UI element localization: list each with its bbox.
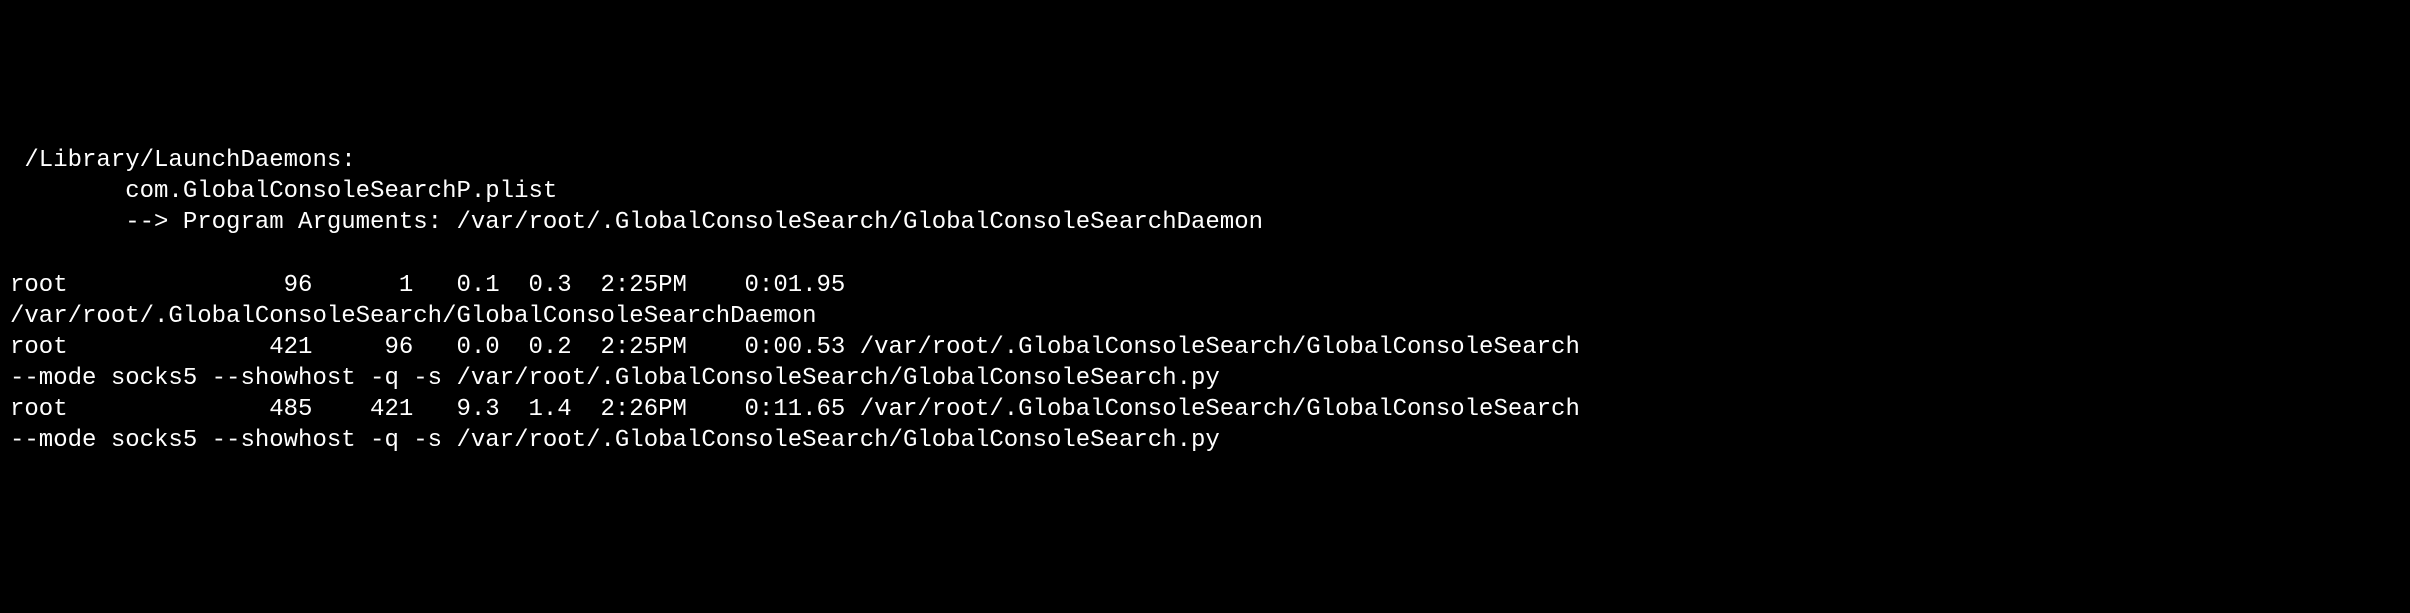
- process-row-1-line2: /var/root/.GlobalConsoleSearch/GlobalCon…: [10, 303, 817, 330]
- process-row-1-line1: root 96 1 0.1 0.3 2:25PM 0:01.95: [10, 272, 845, 299]
- launch-daemons-path: /Library/LaunchDaemons:: [10, 147, 356, 174]
- process-row-3-line1: root 485 421 9.3 1.4 2:26PM 0:11.65 /var…: [10, 396, 1580, 423]
- process-row-2-line2: --mode socks5 --showhost -q -s /var/root…: [10, 365, 1220, 392]
- process-row-2-line1: root 421 96 0.0 0.2 2:25PM 0:00.53 /var/…: [10, 334, 1580, 361]
- plist-file: com.GlobalConsoleSearchP.plist: [10, 178, 557, 205]
- program-arguments: --> Program Arguments: /var/root/.Global…: [10, 209, 1263, 236]
- terminal-output: /Library/LaunchDaemons: com.GlobalConsol…: [10, 145, 2400, 457]
- process-row-3-line2: --mode socks5 --showhost -q -s /var/root…: [10, 427, 1220, 454]
